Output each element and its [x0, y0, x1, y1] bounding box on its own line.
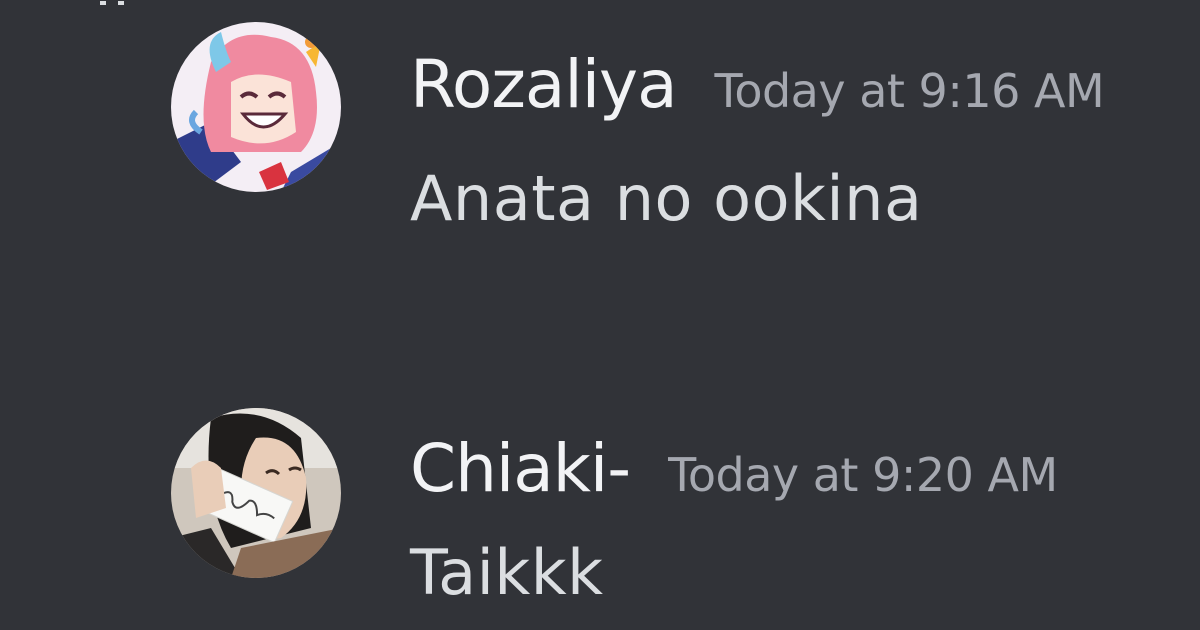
message-timestamp: Today at 9:20 AM [668, 448, 1058, 502]
user-avatar[interactable] [171, 408, 341, 578]
message-timestamp: Today at 9:16 AM [714, 64, 1105, 118]
message-header: Rozaliya Today at 9:16 AM [410, 46, 1105, 123]
user-avatar[interactable] [171, 22, 341, 192]
chat-message-list: Rozaliya Today at 9:16 AM Anata no ookina [0, 0, 1200, 630]
username[interactable]: Rozaliya [410, 46, 678, 123]
message-content: Taikkk [410, 536, 604, 609]
username[interactable]: Chiaki- [410, 430, 631, 507]
anime-girl-avatar-icon [171, 22, 341, 192]
photo-avatar-icon [171, 408, 341, 578]
message-header: Chiaki- Today at 9:20 AM [410, 430, 1058, 507]
previous-message-fragment [96, 0, 136, 5]
message-content: Anata no ookina [410, 162, 923, 235]
